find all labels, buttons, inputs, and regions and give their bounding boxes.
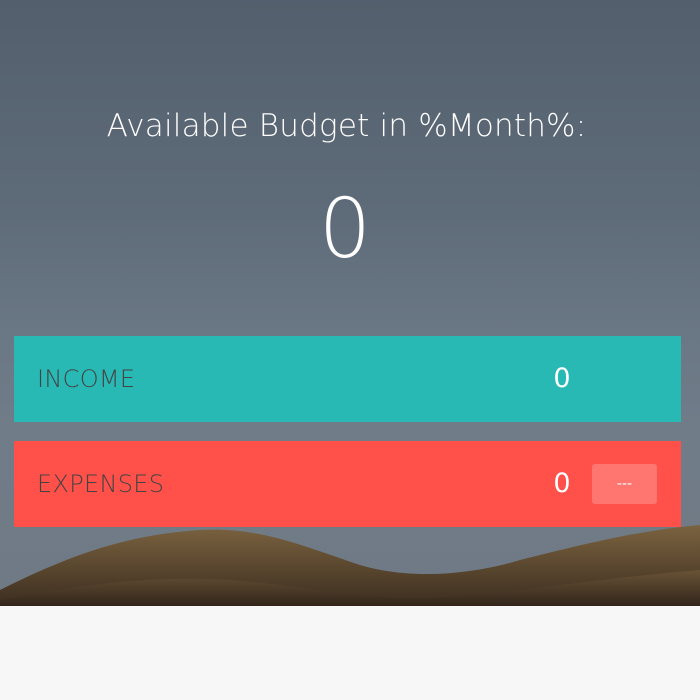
expenses-summary: EXPENSES 0 ---: [14, 441, 681, 527]
budget-header: Available Budget in %Month%: 0 INCOME 0 …: [0, 0, 700, 606]
income-label: INCOME: [37, 365, 136, 393]
content-area: [0, 606, 700, 700]
budget-title: Available Budget in %Month%:: [106, 108, 587, 144]
income-value: 0: [553, 363, 571, 394]
income-summary: INCOME 0: [14, 336, 681, 422]
expenses-value: 0: [553, 468, 571, 499]
expenses-percentage-badge: ---: [592, 464, 657, 504]
expenses-label: EXPENSES: [37, 470, 165, 498]
budget-value: 0: [318, 182, 372, 277]
